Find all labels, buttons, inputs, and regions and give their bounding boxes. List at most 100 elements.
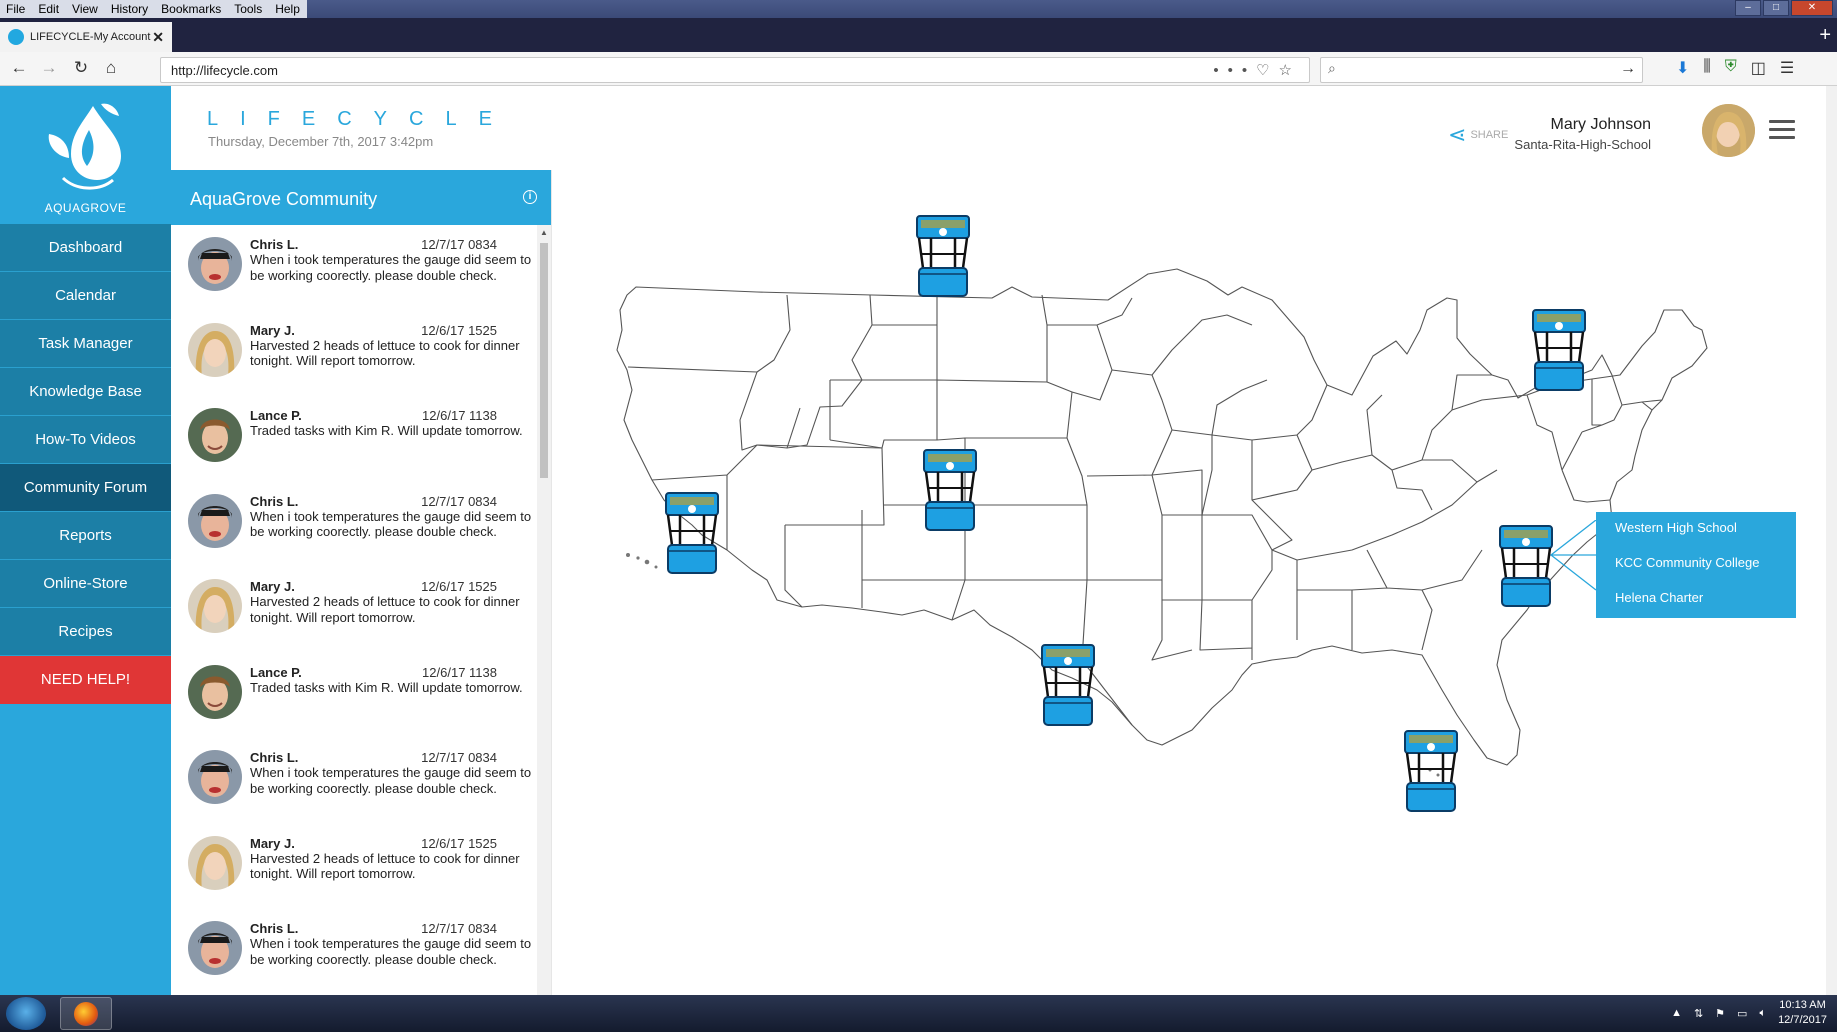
menu-bookmarks[interactable]: Bookmarks bbox=[155, 0, 228, 18]
sidebar-icon[interactable]: ◫ bbox=[1751, 58, 1766, 78]
firefox-taskbar-button[interactable] bbox=[60, 997, 112, 1030]
us-map: Western High School KCC Community Colleg… bbox=[551, 170, 1826, 995]
aquagrove-tank-florida[interactable] bbox=[1397, 725, 1465, 817]
forum-post[interactable]: Lance P. 12/6/17 1138 Traded tasks with Ki… bbox=[171, 396, 537, 482]
post-date: 12/7/17 0834 bbox=[421, 750, 497, 765]
home-icon[interactable]: ⌂ bbox=[100, 58, 122, 78]
menu-help[interactable]: Help bbox=[269, 0, 307, 18]
download-icon[interactable]: ⬇ bbox=[1676, 58, 1689, 78]
browser-menu-icon[interactable]: ☰ bbox=[1780, 58, 1794, 78]
post-author: Mary J. bbox=[250, 835, 295, 851]
menu-file[interactable]: File bbox=[0, 0, 32, 18]
post-list-scrollbar[interactable]: ▲ bbox=[537, 225, 551, 995]
avatar[interactable] bbox=[188, 322, 242, 377]
avatar[interactable] bbox=[188, 237, 242, 291]
search-input[interactable]: ⌕ → bbox=[1320, 57, 1643, 83]
forum-post[interactable]: Chris L. 12/7/17 0834 When i took temperat… bbox=[171, 738, 537, 824]
avatar[interactable] bbox=[188, 664, 242, 719]
browser-tab[interactable]: LIFECYCLE-My Account ✕ bbox=[0, 22, 172, 52]
hamburger-menu-icon[interactable] bbox=[1769, 120, 1795, 144]
forum-post[interactable]: Mary J. 12/6/17 1525 Harvested 2 heads of … bbox=[171, 311, 537, 397]
avatar[interactable] bbox=[188, 835, 242, 890]
sidebar-item-knowledge-base[interactable]: Knowledge Base bbox=[0, 368, 171, 416]
menu-tools[interactable]: Tools bbox=[228, 0, 269, 18]
avatar[interactable] bbox=[1702, 104, 1755, 157]
tray-expand-icon[interactable]: ▲ bbox=[1671, 1007, 1682, 1019]
info-icon[interactable]: i bbox=[523, 190, 537, 204]
scrollbar-thumb[interactable] bbox=[540, 243, 548, 478]
sidebar-item-dashboard[interactable]: Dashboard bbox=[0, 224, 171, 272]
sidebar-item-task-manager[interactable]: Task Manager bbox=[0, 320, 171, 368]
url-text: http://lifecycle.com bbox=[171, 63, 278, 78]
need-help-button[interactable]: NEED HELP! bbox=[0, 656, 171, 704]
forum-post[interactable]: Mary J. 12/6/17 1525 Harvested 2 heads of … bbox=[171, 567, 537, 653]
post-message: When i took temperatures the gauge did s… bbox=[250, 936, 532, 967]
community-panel: AquaGrove Community i Chris L. 12/7/17 08… bbox=[171, 170, 551, 995]
sidebar-item-reports[interactable]: Reports bbox=[0, 512, 171, 560]
avatar[interactable] bbox=[188, 750, 242, 804]
scroll-up-icon[interactable]: ▲ bbox=[540, 228, 548, 237]
aquagrove-tank-california[interactable] bbox=[658, 487, 726, 579]
network-icon[interactable]: ⇅ bbox=[1694, 1007, 1703, 1020]
post-message: When i took temperatures the gauge did s… bbox=[250, 252, 532, 283]
volume-icon[interactable]: 🔈︎ bbox=[1759, 1007, 1766, 1020]
aquagrove-tank-colorado[interactable] bbox=[916, 444, 984, 536]
library-icon[interactable]: ⫼ bbox=[1703, 58, 1710, 78]
popup-item-college[interactable]: KCC Community College bbox=[1615, 555, 1760, 570]
favicon-icon bbox=[8, 29, 24, 45]
search-go-icon[interactable]: → bbox=[1620, 60, 1636, 78]
aquagrove-tank-kentucky[interactable] bbox=[1492, 520, 1560, 612]
extension-icon[interactable]: ⛨ bbox=[1725, 58, 1737, 78]
menu-bar: File Edit View History Bookmarks Tools H… bbox=[0, 0, 1837, 18]
system-clock[interactable]: 10:13 AM 12/7/2017 bbox=[1778, 998, 1827, 1028]
popup-item-charter[interactable]: Helena Charter bbox=[1615, 590, 1703, 605]
monitor-icon[interactable]: ▭ bbox=[1737, 1007, 1747, 1020]
post-date: 12/7/17 0834 bbox=[421, 493, 497, 509]
aquagrove-tank-michigan[interactable] bbox=[1525, 304, 1593, 396]
avatar[interactable] bbox=[188, 493, 242, 548]
forum-post[interactable]: Mary J. 12/6/17 1525 Harvested 2 heads of … bbox=[171, 824, 537, 910]
close-tab-icon[interactable]: ✕ bbox=[152, 29, 164, 46]
brand-name: AQUAGROVE bbox=[44, 201, 127, 215]
reload-icon[interactable]: ↻ bbox=[70, 58, 92, 78]
aquagrove-tank-montana[interactable] bbox=[909, 210, 977, 302]
new-tab-icon[interactable]: + bbox=[1819, 24, 1831, 47]
avatar[interactable] bbox=[188, 921, 242, 975]
sidebar-item-calendar[interactable]: Calendar bbox=[0, 272, 171, 320]
sidebar-item-recipes[interactable]: Recipes bbox=[0, 608, 171, 656]
page-title: LIFECYCLE bbox=[207, 108, 514, 130]
forum-post[interactable]: Chris L. 12/7/17 0834 When i took temperat… bbox=[171, 909, 537, 995]
firefox-icon bbox=[74, 1002, 98, 1026]
more-icon[interactable]: ••• bbox=[1213, 62, 1256, 79]
sidebar-item-community-forum[interactable]: Community Forum bbox=[0, 464, 171, 512]
flag-icon[interactable]: ⚑ bbox=[1715, 1007, 1725, 1020]
forum-post[interactable]: Lance P. 12/6/17 1138 Traded tasks with Ki… bbox=[171, 653, 537, 739]
avatar[interactable] bbox=[188, 579, 242, 633]
aquagrove-tank-texas[interactable] bbox=[1034, 639, 1102, 731]
page-scrollbar[interactable] bbox=[1826, 86, 1837, 995]
post-date: 12/7/17 0834 bbox=[421, 921, 497, 936]
close-window-button[interactable]: ✕ bbox=[1791, 0, 1833, 16]
sidebar-item-how-to-videos[interactable]: How-To Videos bbox=[0, 416, 171, 464]
forward-icon[interactable]: → bbox=[38, 58, 60, 78]
user-name: Mary Johnson bbox=[1550, 116, 1652, 133]
post-date: 12/6/17 1525 bbox=[421, 835, 497, 851]
tab-title: LIFECYCLE-My Account bbox=[30, 31, 151, 43]
drop-leaf-icon bbox=[48, 103, 121, 190]
pocket-icon[interactable]: ♡ bbox=[1256, 62, 1278, 79]
url-bar[interactable]: http://lifecycle.com •••♡☆ bbox=[160, 57, 1310, 83]
start-button[interactable] bbox=[6, 997, 46, 1030]
aquagrove-logo[interactable]: AQUAGROVE bbox=[0, 86, 171, 224]
bookmark-star-icon[interactable]: ☆ bbox=[1279, 62, 1301, 79]
minimize-button[interactable]: – bbox=[1735, 0, 1761, 16]
avatar[interactable] bbox=[188, 408, 242, 462]
back-icon[interactable]: ← bbox=[8, 58, 30, 78]
forum-post[interactable]: Chris L. 12/7/17 0834 When i took temperat… bbox=[171, 225, 537, 311]
menu-edit[interactable]: Edit bbox=[32, 0, 66, 18]
maximize-button[interactable]: □ bbox=[1763, 0, 1789, 16]
popup-item-school[interactable]: Western High School bbox=[1615, 520, 1737, 535]
menu-history[interactable]: History bbox=[105, 0, 155, 18]
forum-post[interactable]: Chris L. 12/7/17 0834 When i took temperat… bbox=[171, 482, 537, 568]
sidebar-item-online-store[interactable]: Online-Store bbox=[0, 560, 171, 608]
menu-view[interactable]: View bbox=[66, 0, 105, 18]
